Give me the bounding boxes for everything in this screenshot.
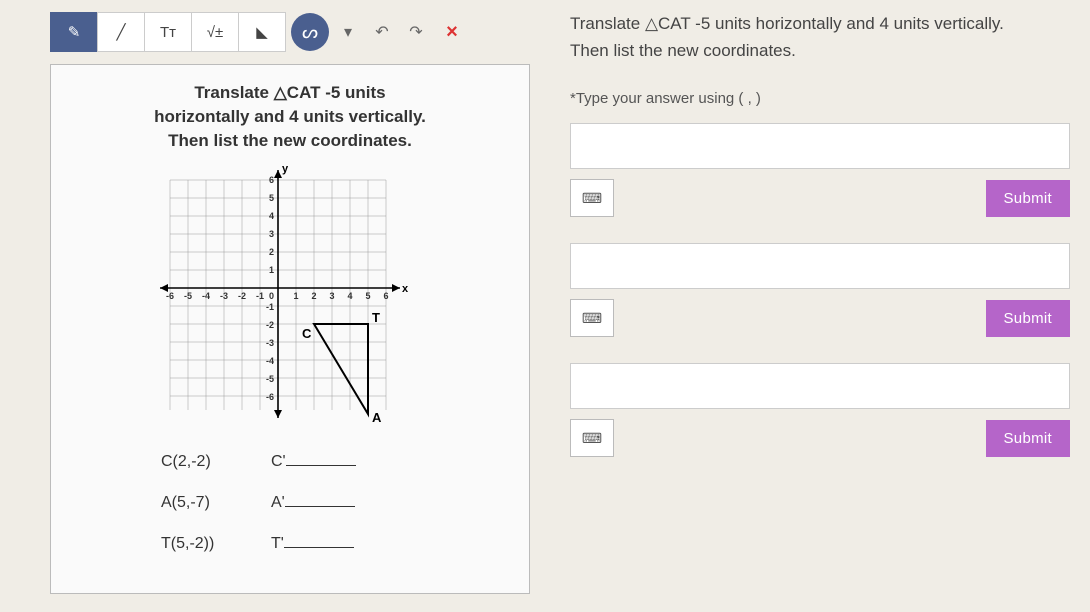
coord-row-a: A(5,-7) A'	[161, 489, 519, 512]
svg-text:-6: -6	[166, 291, 174, 301]
sqrt-icon: √±	[207, 24, 223, 41]
instruction-line2: Then list the new coordinates.	[570, 37, 1070, 64]
submit-button-3[interactable]: Submit	[986, 420, 1071, 457]
coord-row-c: C(2,-2) C'	[161, 448, 519, 471]
math-tool[interactable]: √±	[191, 12, 239, 52]
svg-text:6: 6	[269, 175, 274, 185]
coord-row-t: T(5,-2)) T'	[161, 530, 519, 553]
lasso-icon: ᔕ	[302, 22, 318, 43]
svg-text:-6: -6	[266, 392, 274, 402]
toolbar-dropdown[interactable]: ▾	[333, 12, 363, 52]
right-panel: Translate △CAT -5 units horizontally and…	[560, 0, 1090, 612]
pen-fill-tool[interactable]: ✎	[50, 12, 98, 52]
coordinates-list: C(2,-2) C' A(5,-7) A' T(5,-2)) T'	[161, 448, 519, 553]
svg-text:3: 3	[269, 229, 274, 239]
svg-text:5: 5	[269, 193, 274, 203]
svg-text:y: y	[282, 163, 289, 175]
input-hint: *Type your answer using ( , )	[570, 90, 1070, 107]
question-card: Translate △CAT -5 units horizontally and…	[50, 64, 530, 594]
svg-text:A: A	[372, 410, 382, 425]
svg-text:3: 3	[329, 291, 334, 301]
text-icon: Tᴛ	[160, 24, 176, 41]
close-icon: ×	[446, 21, 458, 44]
svg-text:-4: -4	[202, 291, 210, 301]
answer-controls-3: ⌨ Submit	[570, 419, 1070, 457]
close-button[interactable]: ×	[437, 12, 467, 52]
question-line1: Translate △CAT -5 units	[61, 81, 519, 105]
svg-text:-4: -4	[266, 356, 274, 366]
svg-text:4: 4	[347, 291, 352, 301]
question-title: Translate △CAT -5 units horizontally and…	[61, 81, 519, 152]
svg-text:4: 4	[269, 211, 274, 221]
svg-text:C: C	[302, 326, 312, 341]
answer-input-3[interactable]	[570, 363, 1070, 409]
svg-text:2: 2	[311, 291, 316, 301]
coord-a-prime-label: A'	[271, 494, 285, 511]
svg-text:-2: -2	[238, 291, 246, 301]
instruction-line1: Translate △CAT -5 units horizontally and…	[570, 10, 1070, 37]
coord-t-prime-label: T'	[271, 535, 284, 552]
coord-t-original: T(5,-2))	[161, 535, 241, 553]
answer-controls-2: ⌨ Submit	[570, 299, 1070, 337]
undo-button[interactable]: ↶	[367, 12, 397, 52]
text-tool[interactable]: Tᴛ	[144, 12, 192, 52]
chevron-down-icon: ▾	[344, 22, 352, 42]
submit-button-1[interactable]: Submit	[986, 180, 1071, 217]
coordinate-graph: -6 -5 -4 -3 -2 -1 1 2 3 4 5 6 0 1	[140, 160, 440, 430]
left-panel: ✎ ╱ Tᴛ √± ◣ ᔕ ▾ ↶ ↷	[0, 0, 560, 612]
question-line3: Then list the new coordinates.	[61, 129, 519, 153]
eraser-icon: ◣	[256, 23, 268, 41]
svg-text:-1: -1	[256, 291, 264, 301]
line-icon: ╱	[116, 23, 125, 41]
svg-text:-5: -5	[266, 374, 274, 384]
keyboard-button-3[interactable]: ⌨	[570, 419, 614, 457]
redo-icon: ↷	[409, 22, 422, 42]
graph-svg: -6 -5 -4 -3 -2 -1 1 2 3 4 5 6 0 1	[140, 160, 440, 430]
eraser-tool[interactable]: ◣	[238, 12, 286, 52]
redo-button[interactable]: ↷	[401, 12, 431, 52]
svg-text:0: 0	[269, 291, 274, 301]
svg-text:6: 6	[383, 291, 388, 301]
keyboard-button-2[interactable]: ⌨	[570, 299, 614, 337]
coord-c-original: C(2,-2)	[161, 453, 241, 471]
instruction-text: Translate △CAT -5 units horizontally and…	[570, 10, 1070, 64]
question-line2: horizontally and 4 units vertically.	[61, 105, 519, 129]
svg-text:5: 5	[365, 291, 370, 301]
coord-a-original: A(5,-7)	[161, 494, 241, 512]
pen-line-tool[interactable]: ╱	[97, 12, 145, 52]
svg-text:1: 1	[293, 291, 298, 301]
submit-button-2[interactable]: Submit	[986, 300, 1071, 337]
svg-text:T: T	[372, 310, 380, 325]
drawing-toolbar: ✎ ╱ Tᴛ √± ◣ ᔕ ▾ ↶ ↷	[50, 10, 550, 54]
svg-text:-3: -3	[220, 291, 228, 301]
undo-icon: ↶	[375, 22, 388, 42]
keyboard-icon: ⌨	[582, 190, 602, 207]
coord-c-prime-label: C'	[271, 453, 286, 470]
svg-text:1: 1	[269, 265, 274, 275]
pencil-fill-icon: ✎	[68, 23, 81, 41]
svg-text:x: x	[402, 283, 409, 295]
answer-input-1[interactable]	[570, 123, 1070, 169]
svg-text:-5: -5	[184, 291, 192, 301]
answer-input-2[interactable]	[570, 243, 1070, 289]
lasso-tool[interactable]: ᔕ	[291, 13, 329, 51]
keyboard-button-1[interactable]: ⌨	[570, 179, 614, 217]
svg-text:-2: -2	[266, 320, 274, 330]
coord-c-prime-blank[interactable]	[286, 448, 356, 466]
coord-t-prime-blank[interactable]	[284, 530, 354, 548]
svg-text:2: 2	[269, 247, 274, 257]
svg-text:-1: -1	[266, 302, 274, 312]
keyboard-icon: ⌨	[582, 310, 602, 327]
keyboard-icon: ⌨	[582, 430, 602, 447]
answer-controls-1: ⌨ Submit	[570, 179, 1070, 217]
coord-a-prime-blank[interactable]	[285, 489, 355, 507]
svg-text:-3: -3	[266, 338, 274, 348]
